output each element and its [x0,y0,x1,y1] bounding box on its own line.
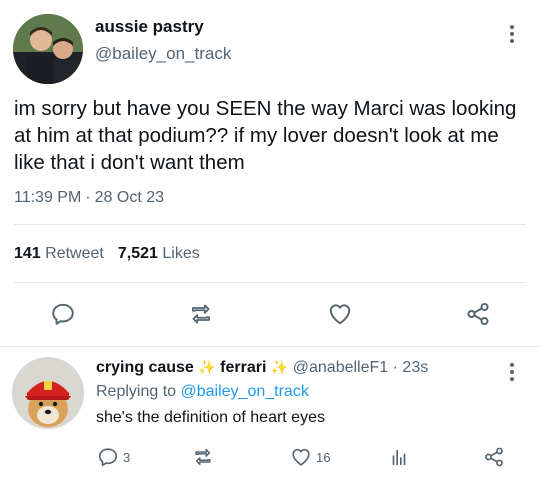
retweet-count: 141 [14,245,41,262]
reply-name-part1: crying cause [96,359,194,376]
retweet-button[interactable] [192,445,214,469]
replying-prefix: Replying to [96,383,177,400]
retweet-icon [192,304,210,324]
replying-mention[interactable]: @bailey_on_track [181,383,309,400]
reply-button[interactable] [48,299,78,329]
meta-separator: · [85,189,91,206]
likes-count: 7,521 [117,245,158,262]
like-count: 16 [316,449,331,465]
display-name[interactable]: aussie pastry [95,17,204,37]
reply-count: 3 [123,449,131,465]
analytics-icon [392,449,406,466]
divider [14,282,526,283]
like-button[interactable] [325,299,355,329]
avatar[interactable] [12,357,84,429]
share-icon [485,447,503,467]
more-vertical-icon[interactable] [500,22,524,46]
retweet-count-link[interactable]: 141 Retweet [14,245,104,262]
reply-separator: · [392,359,398,376]
reply-icon [52,303,74,325]
likes-count-link[interactable]: 7,521 Likes [118,245,200,262]
likes-label: Likes [162,245,200,262]
like-icon [329,304,351,325]
main-tweet: aussie pastry @bailey_on_track im sorry … [0,0,540,346]
reply-button[interactable]: 3 [97,445,130,469]
tweet-text: im sorry but have you SEEN the way Marci… [14,97,517,174]
reply-time[interactable]: 23s [402,359,428,376]
sparkle-emoji: ✨ [270,359,289,375]
reply-header: crying cause ✨ ferrari ✨ @anabelleF1 · 2… [96,359,428,377]
avatar[interactable] [13,14,83,84]
reply-text: she's the definition of heart eyes [96,409,325,426]
tweet-time: 11:39 PM [14,189,82,206]
like-icon [292,448,310,466]
like-button[interactable]: 16 [290,445,330,469]
handle[interactable]: @bailey_on_track [95,44,231,64]
avatar-photo [13,14,83,84]
sparkle-emoji: ✨ [198,359,216,375]
engagement-counts: 141 Retweet 7,521 Likes [14,245,200,263]
tweet-date: 28 Oct 23 [94,189,164,206]
replying-to: Replying to @bailey_on_track [96,383,309,401]
retweet-label: Retweet [45,245,104,262]
reply-avatar-photo [12,357,84,429]
reply-handle[interactable]: @anabelleF1 [293,359,388,376]
retweet-button[interactable] [186,299,216,329]
analytics-button[interactable] [388,445,410,469]
reply-name-part2: ferrari [220,359,267,376]
more-vertical-icon[interactable] [500,360,524,384]
share-button[interactable] [463,299,493,329]
reply-icon [98,448,118,467]
share-icon [467,302,489,326]
share-button[interactable] [483,445,505,469]
tweet-timestamp[interactable]: 11:39 PM · 28 Oct 23 [14,189,164,207]
reply-tweet[interactable]: crying cause ✨ ferrari ✨ @anabelleF1 · 2… [0,347,540,480]
retweet-icon [195,448,211,466]
reply-display-name[interactable]: crying cause ✨ ferrari ✨ [96,359,288,376]
divider [14,224,526,225]
